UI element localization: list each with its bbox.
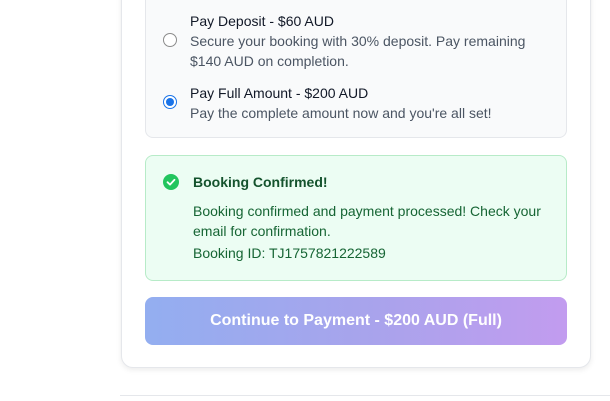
full-amount-radio[interactable] (163, 95, 177, 109)
continue-to-payment-button[interactable]: Continue to Payment - $200 AUD (Full) (145, 297, 567, 345)
deposit-radio[interactable] (163, 33, 177, 47)
full-amount-option-description: Pay the complete amount now and you're a… (190, 105, 492, 121)
full-amount-option-title: Pay Full Amount - $200 AUD (190, 85, 369, 101)
divider (120, 395, 610, 396)
confirmation-title: Booking Confirmed! (193, 174, 328, 190)
deposit-option-title: Pay Deposit - $60 AUD (190, 13, 334, 29)
check-circle-icon (163, 174, 179, 190)
deposit-option-description: Secure your booking with 30% deposit. Pa… (190, 33, 526, 69)
confirmation-message: Booking confirmed and payment processed!… (193, 203, 541, 239)
booking-id: Booking ID: TJ1757821222589 (193, 245, 386, 261)
